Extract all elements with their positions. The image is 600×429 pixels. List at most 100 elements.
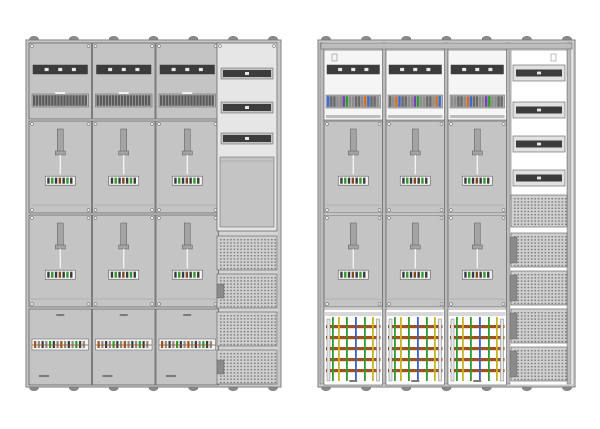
perforation: [514, 210, 516, 213]
perforation: [250, 327, 253, 330]
perforation: [551, 312, 553, 314]
perforation: [544, 302, 547, 305]
perforation: [527, 236, 530, 238]
perforation: [534, 258, 536, 260]
perforation: [537, 280, 540, 282]
perforation: [233, 245, 236, 247]
perforation: [558, 245, 560, 247]
perforation: [520, 337, 523, 339]
terminal: [478, 96, 482, 107]
perforation: [531, 220, 533, 222]
perforation: [517, 334, 519, 336]
perforation: [565, 236, 567, 238]
perforation: [233, 353, 236, 355]
terminal: [348, 96, 352, 107]
perforation: [267, 251, 270, 254]
perforation: [274, 296, 276, 298]
perforation: [548, 252, 550, 254]
perforation: [220, 324, 222, 326]
perforation: [517, 359, 519, 361]
corner-screw: [157, 216, 161, 220]
distribution-row: [512, 101, 566, 119]
terminal: [407, 96, 411, 107]
perforation: [561, 318, 564, 320]
perforation: [565, 315, 567, 317]
perforation: [537, 220, 540, 222]
terminal: [432, 96, 435, 107]
insulator: [438, 318, 442, 382]
perforation: [520, 340, 523, 343]
meter-terminal: [178, 271, 181, 278]
perforation: [247, 340, 249, 342]
perforation: [237, 331, 239, 333]
insulator: [450, 318, 455, 382]
perforation: [230, 321, 232, 323]
connection-terminal: [135, 341, 138, 348]
perforation: [537, 223, 540, 225]
perforation: [240, 258, 242, 260]
meter-terminal: [181, 177, 185, 184]
meter-hanger-foot: [182, 244, 193, 250]
perforation: [220, 267, 222, 270]
perforation: [551, 261, 553, 263]
perforation: [226, 356, 229, 358]
cabinet-closed-view: [25, 36, 282, 391]
perforation: [565, 258, 567, 260]
perforation: [537, 378, 540, 381]
meter-terminal: [189, 177, 192, 184]
corner-screw: [93, 216, 98, 220]
perforation: [565, 255, 567, 257]
perforation: [220, 318, 222, 320]
perforation: [558, 264, 560, 267]
terminal: [438, 96, 441, 107]
perforation: [260, 324, 263, 326]
perforation: [524, 261, 526, 263]
perforation: [271, 280, 273, 282]
perforation: [517, 204, 519, 206]
terminal: [129, 95, 133, 106]
perforation: [514, 204, 516, 206]
perforation: [558, 261, 560, 263]
perforation: [264, 375, 266, 377]
perforation: [254, 378, 256, 380]
perforation: [558, 258, 560, 260]
perforation: [531, 277, 533, 279]
perforation: [520, 220, 523, 222]
perforation: [274, 337, 276, 339]
perforation: [527, 214, 530, 216]
perforation: [544, 337, 547, 339]
perforation: [558, 366, 560, 368]
rail-slot: [245, 72, 249, 75]
perforation: [243, 324, 246, 326]
perforation: [237, 381, 239, 384]
perforation: [247, 258, 249, 260]
perforation: [247, 242, 249, 244]
perforation: [544, 217, 547, 219]
perforation: [243, 359, 246, 361]
perforation: [558, 220, 560, 222]
perforation: [537, 214, 540, 216]
perforation: [548, 239, 550, 241]
perforation: [237, 334, 239, 336]
perforation: [243, 356, 246, 358]
meter-terminal: [468, 177, 471, 184]
perforation: [274, 369, 276, 371]
meter-hanger-foot: [182, 150, 193, 156]
perforation: [254, 327, 256, 330]
perforation: [250, 343, 253, 346]
perforation: [527, 201, 530, 203]
perforation: [243, 239, 246, 241]
perforation: [561, 214, 564, 216]
perforation: [517, 201, 519, 203]
perforation: [264, 296, 266, 298]
perforation: [264, 378, 266, 380]
perforation: [534, 201, 536, 203]
perforation: [551, 217, 553, 219]
perforation: [247, 264, 249, 266]
perforation: [237, 318, 239, 320]
perforation: [534, 302, 536, 305]
perforation: [243, 353, 246, 355]
perforation: [250, 334, 253, 336]
corner-screw: [377, 216, 382, 220]
perforation: [250, 280, 253, 282]
